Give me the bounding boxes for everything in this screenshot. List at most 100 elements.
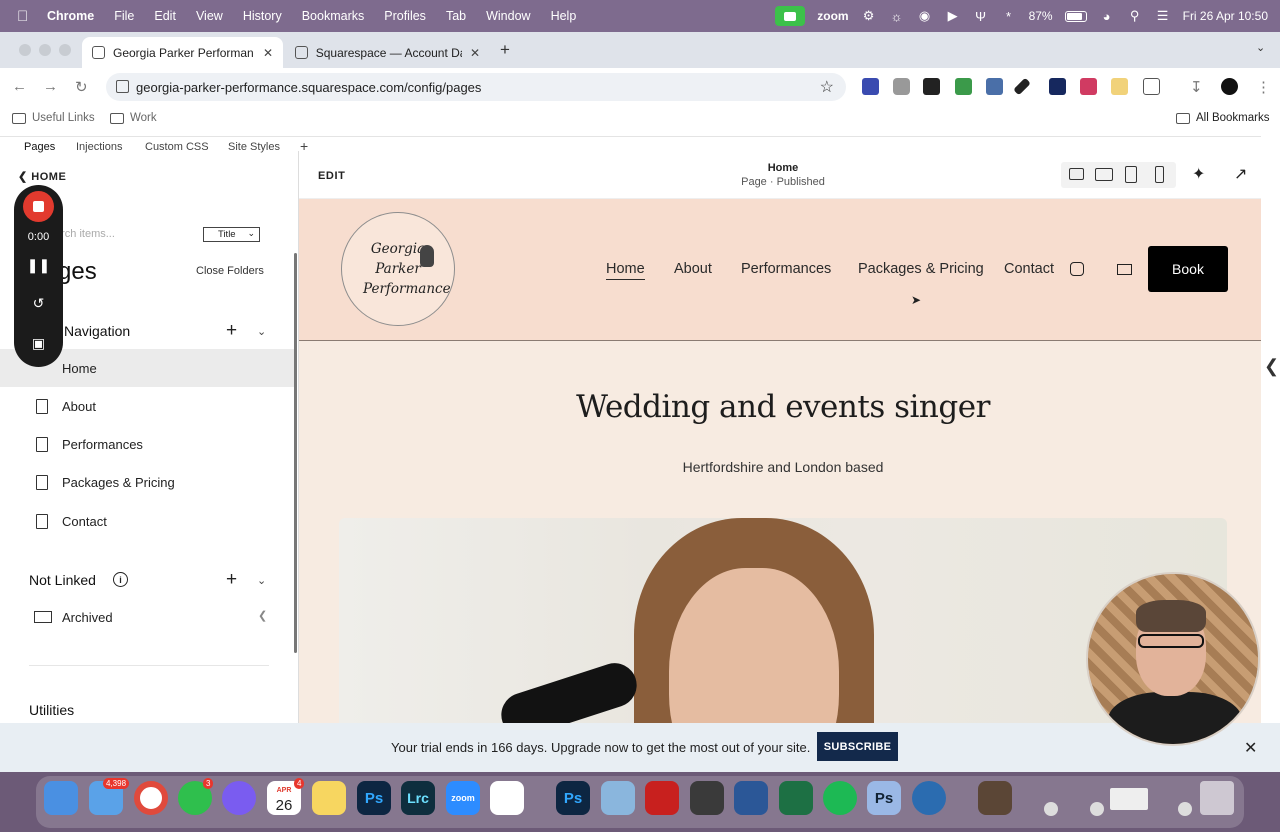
close-folders-button[interactable]: Close Folders: [196, 265, 264, 277]
bookmark-work[interactable]: Work: [110, 112, 157, 124]
colorful-extension-icon[interactable]: [1080, 78, 1097, 95]
brightness-icon[interactable]: ☼: [889, 9, 905, 24]
new-tab-plus-icon[interactable]: +: [500, 40, 510, 60]
forward-arrow-icon[interactable]: →: [43, 78, 58, 95]
add-unlinked-plus-icon[interactable]: +: [226, 570, 237, 589]
controls-icon[interactable]: ⚙: [861, 8, 877, 23]
trash-icon[interactable]: ▣: [14, 335, 63, 352]
subscribe-button[interactable]: SUBSCRIBE: [817, 732, 898, 761]
tab-injections[interactable]: Injections: [76, 141, 122, 153]
instagram-icon[interactable]: [1070, 262, 1084, 276]
slack-icon[interactable]: [490, 781, 524, 815]
bluetooth-icon[interactable]: *: [1001, 9, 1017, 24]
camera-extension-icon[interactable]: [893, 78, 910, 95]
nav-about[interactable]: About: [674, 261, 712, 277]
word-icon[interactable]: [734, 781, 768, 815]
photoshop-2-icon[interactable]: Ps: [556, 781, 590, 815]
bookmark-star-icon[interactable]: ☆: [820, 77, 834, 97]
style-brush-icon[interactable]: ✦: [1192, 164, 1205, 184]
preview-icon[interactable]: [601, 781, 635, 815]
checkbox-extension-icon[interactable]: [1049, 78, 1066, 95]
menu-help[interactable]: Help: [551, 9, 577, 23]
window-zoom-button[interactable]: [59, 44, 71, 56]
monitor-extension-icon[interactable]: [986, 78, 1003, 95]
notes-icon[interactable]: [312, 781, 346, 815]
menu-bookmarks[interactable]: Bookmarks: [302, 9, 365, 23]
puzzle-extensions-icon[interactable]: [1143, 78, 1160, 95]
tab-custom-css[interactable]: Custom CSS: [145, 141, 209, 153]
chrome-icon[interactable]: [134, 781, 168, 815]
page-item-about[interactable]: About: [0, 387, 296, 425]
nav-performances[interactable]: Performances: [741, 261, 831, 277]
collapse-chevron-icon[interactable]: ⌄: [257, 325, 266, 338]
email-icon[interactable]: [1117, 264, 1132, 275]
chrome-window-icon[interactable]: [1044, 802, 1058, 816]
site-logo[interactable]: Georgia Parker Performance: [341, 212, 455, 326]
book-button[interactable]: Book: [1148, 246, 1228, 292]
expand-chevron-left-icon[interactable]: ❮: [1264, 356, 1279, 377]
battery-icon[interactable]: [1064, 10, 1087, 22]
grid-extension-icon[interactable]: [923, 78, 940, 95]
address-bar[interactable]: georgia-parker-performance.squarespace.c…: [106, 73, 846, 101]
menu-file[interactable]: File: [114, 9, 134, 23]
page-item-performances[interactable]: Performances: [0, 425, 296, 463]
add-page-plus-icon[interactable]: +: [226, 321, 237, 340]
back-home-link[interactable]: ❮ HOME: [18, 170, 66, 183]
tab-squarespace-account[interactable]: Squarespace — Account Dasl ✕: [285, 37, 490, 68]
tablet-portrait-icon[interactable]: [1125, 166, 1137, 183]
tab-georgia-parker[interactable]: Georgia Parker Performance | ✕: [82, 37, 283, 68]
pause-icon[interactable]: ❚❚: [14, 257, 63, 274]
menu-app[interactable]: Chrome: [47, 9, 94, 23]
recent-document-icon[interactable]: [978, 781, 1012, 815]
tablet-landscape-icon[interactable]: [1095, 168, 1113, 181]
chrome-window-icon[interactable]: [1090, 802, 1104, 816]
chrome-window-icon[interactable]: [1178, 802, 1192, 816]
wifi-icon[interactable]: ◕: [1099, 9, 1115, 24]
acrobat-icon[interactable]: [645, 781, 679, 815]
sublime-text-icon[interactable]: [690, 781, 724, 815]
excel-icon[interactable]: [779, 781, 813, 815]
tab-search-chevron-icon[interactable]: ⌄: [1256, 41, 1265, 54]
stop-recording-button[interactable]: [23, 191, 54, 222]
tab-close-icon[interactable]: ✕: [263, 46, 273, 60]
apple-icon[interactable]: : [17, 8, 33, 25]
open-external-arrow-icon[interactable]: ↗: [1234, 164, 1247, 184]
zoom-status-label[interactable]: zoom: [817, 9, 848, 23]
nav-home[interactable]: Home: [606, 261, 645, 280]
restart-icon[interactable]: ↺: [14, 295, 63, 312]
control-center-icon[interactable]: ☰: [1155, 8, 1171, 23]
nav-contact[interactable]: Contact: [1004, 261, 1054, 277]
photoshop-icon[interactable]: Ps: [357, 781, 391, 815]
menu-view[interactable]: View: [196, 9, 223, 23]
spotify-icon[interactable]: [823, 781, 857, 815]
tab-pages[interactable]: Pages: [24, 141, 55, 153]
play-icon[interactable]: ▶: [945, 8, 961, 23]
info-icon[interactable]: i: [113, 572, 128, 587]
green-extension-icon[interactable]: [955, 78, 972, 95]
trash-bin-icon[interactable]: [1200, 781, 1234, 815]
profile-avatar[interactable]: [1221, 78, 1238, 95]
menu-profiles[interactable]: Profiles: [384, 9, 426, 23]
messenger-icon[interactable]: [222, 781, 256, 815]
bookmark-useful-links[interactable]: Useful Links: [12, 112, 95, 124]
menu-tab[interactable]: Tab: [446, 9, 466, 23]
site-info-icon[interactable]: [116, 80, 129, 93]
menu-window[interactable]: Window: [486, 9, 530, 23]
lightroom-classic-icon[interactable]: Lrc: [401, 781, 435, 815]
search-icon[interactable]: ⚲: [1127, 8, 1143, 23]
archived-folder[interactable]: Archived ❮: [0, 598, 296, 636]
chrome-menu-icon[interactable]: ⋮: [1256, 78, 1271, 96]
reload-icon[interactable]: ↻: [75, 78, 88, 96]
desktop-view-icon[interactable]: [1069, 168, 1084, 180]
nav-packages-pricing[interactable]: Packages & Pricing: [858, 261, 984, 277]
menu-history[interactable]: History: [243, 9, 282, 23]
zoom-meeting-icon[interactable]: [775, 6, 806, 26]
yellow-extension-icon[interactable]: [1111, 78, 1128, 95]
page-item-contact[interactable]: Contact: [0, 502, 296, 540]
download-icon[interactable]: ↧: [1190, 78, 1203, 96]
tab-close-icon[interactable]: ✕: [470, 46, 480, 60]
tab-site-styles[interactable]: Site Styles: [228, 141, 280, 153]
zoom-icon[interactable]: zoom: [446, 781, 480, 815]
clock[interactable]: Fri 26 Apr 10:50: [1183, 9, 1268, 23]
all-bookmarks[interactable]: All Bookmarks: [1176, 112, 1270, 124]
